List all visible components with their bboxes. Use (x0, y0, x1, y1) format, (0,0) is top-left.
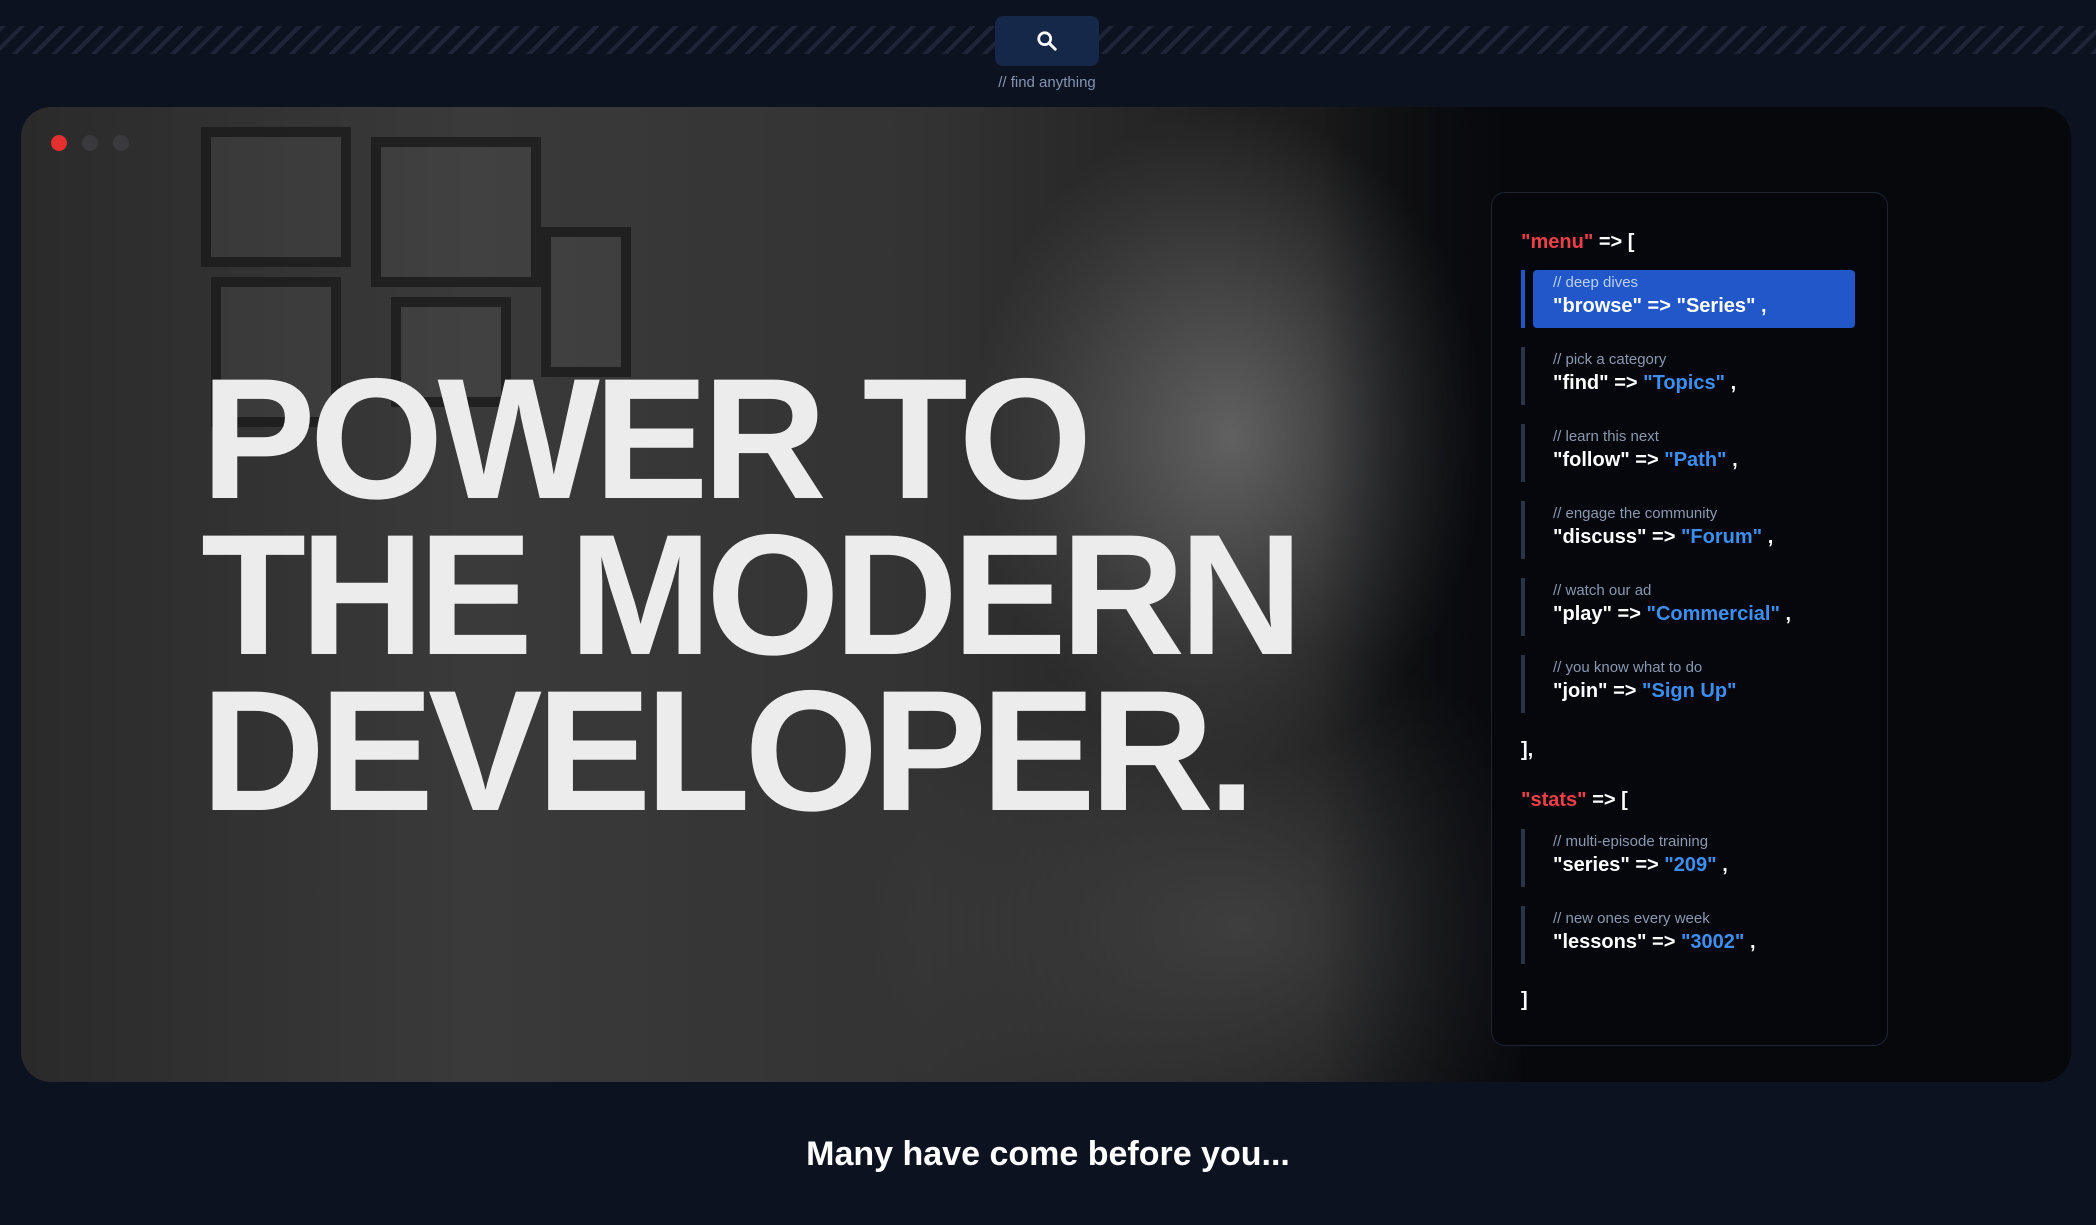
headline-line: THE MODERN (201, 499, 1303, 691)
minimize-dot[interactable] (82, 135, 98, 151)
item-bar (1521, 906, 1525, 964)
item-arrow: => (1635, 854, 1659, 876)
item-comment: // learn this next (1553, 428, 1659, 445)
search-icon (1037, 31, 1057, 51)
item-bar (1521, 270, 1525, 328)
item-comment: // new ones every week (1553, 910, 1710, 927)
page: // find anything POWER TO THE MODERN DEV… (0, 0, 2096, 1225)
menu-open: => [ (1598, 231, 1635, 253)
hero-window: POWER TO THE MODERN DEVELOPER. "menu" =>… (21, 107, 2071, 1082)
item-key: "lessons" (1553, 931, 1647, 953)
stats-key: "stats" (1521, 789, 1587, 811)
item-value: "3002" (1680, 931, 1745, 953)
search-hint: // find anything (998, 74, 1096, 91)
item-comment: // engage the community (1553, 505, 1718, 522)
menu-item-discuss[interactable]: // engage the community "discuss" => "Fo… (1521, 501, 1858, 559)
stats-key-line: "stats" => [ (1521, 789, 1628, 812)
item-bar (1521, 424, 1525, 482)
stats-item-lessons: // new ones every week "lessons" => "300… (1521, 906, 1858, 964)
menu-item-browse[interactable]: // deep dives "browse" => "Series" , (1521, 270, 1858, 328)
maximize-dot[interactable] (113, 135, 129, 151)
item-code: "browse" => "Series" , (1553, 295, 1855, 318)
stats-item-series: // multi-episode training "series" => "2… (1521, 829, 1858, 887)
item-bar (1521, 829, 1525, 887)
item-arrow: => (1647, 295, 1671, 317)
code-menu-panel: "menu" => [ // deep dives "browse" => "S… (1491, 192, 1888, 1046)
item-body: // pick a category "find" => "Topics" , (1533, 347, 1855, 405)
item-code: "follow" => "Path" , (1553, 449, 1855, 472)
item-bar (1521, 578, 1525, 636)
item-sep: , (1749, 931, 1756, 953)
item-value: "Topics" (1643, 372, 1726, 394)
item-sep: , (1767, 526, 1774, 548)
item-bar (1521, 347, 1525, 405)
menu-item-find[interactable]: // pick a category "find" => "Topics" , (1521, 347, 1858, 405)
item-key: "follow" (1553, 449, 1630, 471)
item-code: "play" => "Commercial" , (1553, 603, 1855, 626)
item-code: "lessons" => "3002" , (1553, 931, 1855, 954)
item-bar (1521, 501, 1525, 559)
item-sep: , (1722, 854, 1728, 876)
headline-line: POWER TO (201, 343, 1092, 535)
menu-item-join[interactable]: // you know what to do "join" => "Sign U… (1521, 655, 1858, 713)
item-value: "Series" (1676, 295, 1756, 317)
item-value: "209" (1664, 854, 1717, 876)
menu-key: "menu" (1521, 231, 1594, 253)
menu-item-follow[interactable]: // learn this next "follow" => "Path" , (1521, 424, 1858, 482)
item-comment: // pick a category (1553, 351, 1667, 368)
item-arrow: => (1652, 931, 1676, 953)
stats-open: => [ (1592, 789, 1628, 811)
item-comment: // watch our ad (1553, 582, 1652, 599)
item-body: // engage the community "discuss" => "Fo… (1533, 501, 1855, 559)
tagline: Many have come before you... (806, 1135, 1290, 1173)
menu-close: ], (1521, 739, 1534, 761)
close-dot[interactable] (51, 135, 67, 151)
item-comment: // multi-episode training (1553, 833, 1709, 850)
item-value: "Path" (1664, 449, 1727, 471)
photo-wall-frame (371, 137, 541, 287)
photo-wall-frame (201, 127, 351, 267)
item-code: "series" => "209" , (1553, 854, 1855, 877)
item-key: "browse" (1553, 295, 1642, 317)
item-comment: // you know what to do (1553, 659, 1703, 676)
item-bar (1521, 655, 1525, 713)
search-area: // find anything (995, 16, 1099, 91)
item-code: "discuss" => "Forum" , (1553, 526, 1855, 549)
item-body: // deep dives "browse" => "Series" , (1533, 270, 1855, 328)
item-arrow: => (1635, 449, 1659, 471)
headline-line: DEVELOPER. (201, 655, 1256, 847)
item-body: // learn this next "follow" => "Path" , (1533, 424, 1855, 482)
hero-headline: POWER TO THE MODERN DEVELOPER. (201, 343, 1441, 847)
item-arrow: => (1614, 372, 1638, 394)
item-key: "play" (1553, 603, 1612, 625)
item-arrow: => (1652, 526, 1676, 548)
item-key: "series" (1553, 854, 1630, 876)
item-sep: , (1730, 372, 1737, 394)
item-arrow: => (1617, 603, 1641, 625)
menu-key-line: "menu" => [ (1521, 231, 1634, 254)
item-body: // multi-episode training "series" => "2… (1533, 829, 1855, 887)
item-sep: , (1785, 603, 1792, 625)
menu-item-play[interactable]: // watch our ad "play" => "Commercial" , (1521, 578, 1858, 636)
item-code: "join" => "Sign Up" (1553, 680, 1855, 703)
item-body: // you know what to do "join" => "Sign U… (1533, 655, 1855, 713)
item-key: "find" (1553, 372, 1609, 394)
item-value: "Commercial" (1646, 603, 1780, 625)
item-body: // new ones every week "lessons" => "300… (1533, 906, 1855, 964)
item-comment: // deep dives (1553, 274, 1639, 291)
item-key: "discuss" (1553, 526, 1647, 548)
item-code: "find" => "Topics" , (1553, 372, 1855, 395)
item-value: "Sign Up" (1642, 680, 1737, 702)
item-body: // watch our ad "play" => "Commercial" , (1533, 578, 1855, 636)
stats-close: ] (1521, 989, 1528, 1011)
item-arrow: => (1613, 680, 1637, 702)
search-button[interactable] (995, 16, 1099, 66)
item-sep: , (1761, 295, 1767, 317)
item-key: "join" (1553, 680, 1608, 702)
window-controls (51, 135, 129, 151)
item-sep: , (1732, 449, 1738, 471)
item-value: "Forum" (1680, 526, 1763, 548)
